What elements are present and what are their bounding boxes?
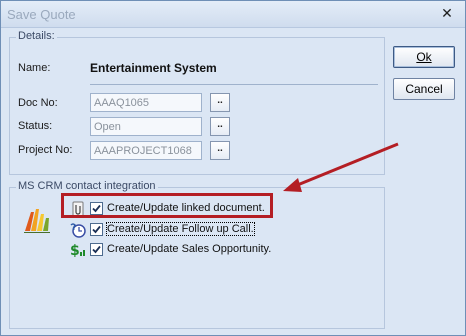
annotation-arrow-icon	[283, 142, 399, 192]
